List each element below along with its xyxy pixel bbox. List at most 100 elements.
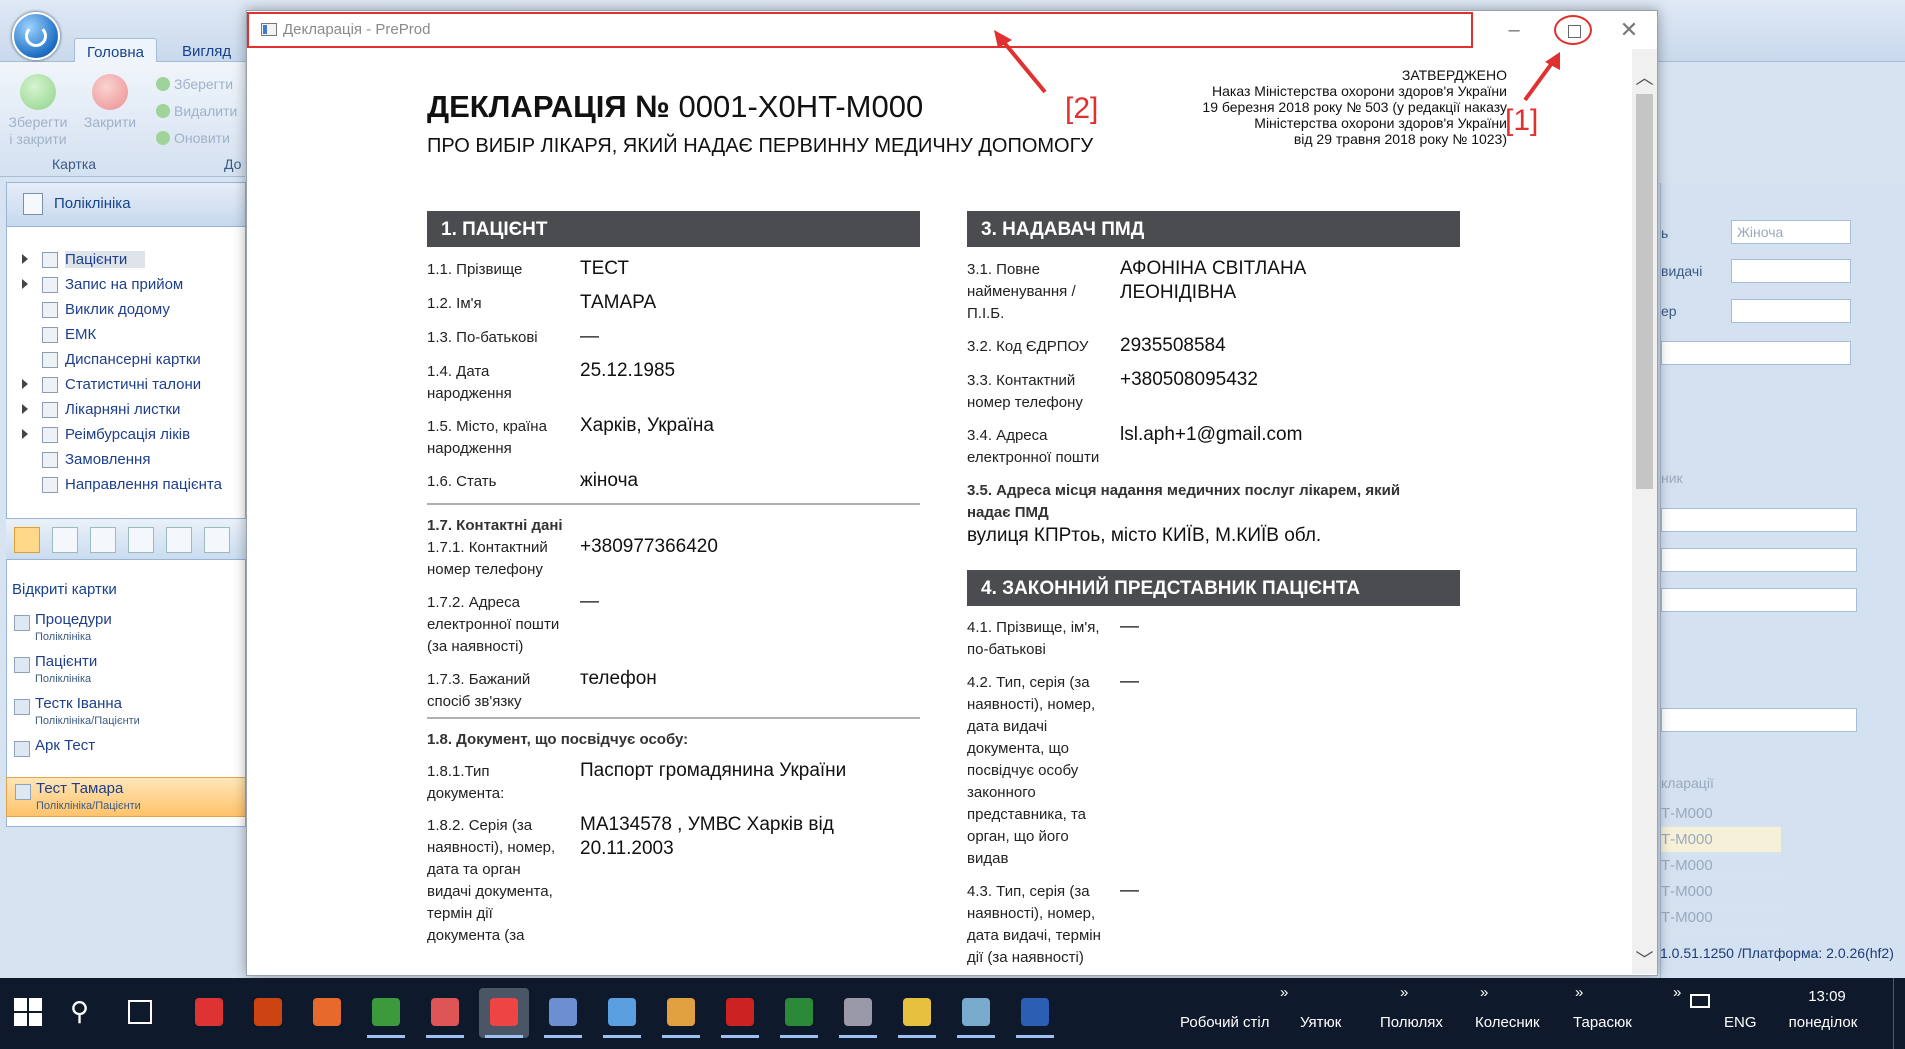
save-and-close-button[interactable]: Зберегти і закрити <box>8 72 68 148</box>
polyclinic-shortcut-icon[interactable] <box>14 527 40 553</box>
sidebar-item[interactable]: Запис на прийом <box>7 274 245 296</box>
dropdown-field[interactable] <box>1661 548 1857 572</box>
toolbar-chevron-icon[interactable]: » <box>1400 984 1408 1001</box>
text-field[interactable] <box>1661 588 1857 612</box>
open-card-item[interactable]: Тест Тамара Поліклініка/Пацієнти <box>6 777 246 817</box>
declaration-grid-row[interactable]: Т-M000 <box>1661 801 1781 827</box>
task-view-icon[interactable] <box>128 1000 152 1024</box>
tab-home[interactable]: Головна <box>74 38 157 63</box>
sidebar-item[interactable]: Замовлення <box>7 449 245 471</box>
sidebar-item[interactable]: Статистичні талони <box>7 374 245 396</box>
application-menu-button[interactable] <box>12 12 60 60</box>
sidebar-item[interactable]: Диспансерні картки <box>7 349 245 371</box>
scroll-down-icon[interactable]: ﹀ <box>1632 946 1657 970</box>
save-label: Зберегти <box>174 76 234 92</box>
expand-arrow-icon[interactable] <box>22 404 28 414</box>
close-button[interactable]: Закрити <box>80 72 140 131</box>
dropdown-field[interactable] <box>1661 508 1857 532</box>
sidebar-item[interactable]: Виклик додому <box>7 299 245 321</box>
taskbar-toolbar[interactable]: Тарасюк <box>1573 1014 1632 1031</box>
sidebar-item-label: Запис на прийом <box>65 276 184 293</box>
text-field[interactable] <box>1661 708 1857 732</box>
table-shortcut-icon[interactable] <box>166 527 192 553</box>
form-label: ер <box>1661 303 1677 319</box>
open-cards-title: Відкриті картки <box>12 581 117 598</box>
calendar-shortcut-icon[interactable] <box>128 527 154 553</box>
taskbar-app[interactable] <box>892 988 942 1038</box>
provider-email-label: 3.4. Адреса електронної пошти <box>967 425 1099 469</box>
document-title-label: ДЕКЛАРАЦІЯ № <box>427 89 670 124</box>
sidebar-item[interactable]: Пацієнти <box>7 249 245 271</box>
module-icon <box>42 427 58 443</box>
open-card-item[interactable]: Процедури Поліклініка <box>6 609 246 649</box>
taskbar-toolbar[interactable]: Полюлях <box>1380 1014 1443 1031</box>
taskbar-app[interactable] <box>656 988 706 1038</box>
label-line: наявності), номер, <box>967 905 1096 922</box>
sidebar-item[interactable]: ЕМК <box>7 324 245 346</box>
sidebar-header[interactable]: Поліклініка <box>7 183 245 227</box>
delete-button[interactable]: Видалити <box>156 103 237 119</box>
taskbar-app[interactable] <box>302 988 352 1038</box>
window-titlebar[interactable]: Декларація - PreProd – ✕ <box>247 11 1657 49</box>
sidebar-item[interactable]: Реімбурсація ліків <box>7 424 245 446</box>
clock-time[interactable]: 13:09 <box>1782 988 1872 1005</box>
sidebar-item[interactable]: Лікарняні листки <box>7 399 245 421</box>
taskbar-toolbar[interactable]: Колесник <box>1475 1014 1540 1031</box>
surname-label: 1.1. Прізвище <box>427 261 523 278</box>
taskbar-app[interactable] <box>715 988 765 1038</box>
tab-view[interactable]: Вигляд <box>170 38 243 63</box>
issue-date-field[interactable] <box>1731 259 1851 283</box>
declaration-grid-row[interactable]: Т-M000 <box>1661 827 1781 853</box>
scroll-thumb[interactable] <box>1636 94 1653 489</box>
sidebar-item[interactable]: Направлення пацієнта <box>7 474 245 496</box>
toolbar-chevron-icon[interactable]: » <box>1280 984 1288 1001</box>
expand-arrow-icon[interactable] <box>22 254 28 264</box>
notification-icon[interactable] <box>1690 994 1710 1008</box>
taskbar-app[interactable] <box>243 988 293 1038</box>
label-line: дії (за наявності) <box>967 949 1084 966</box>
module-icon <box>42 452 58 468</box>
toolbar-chevron-icon[interactable]: » <box>1673 984 1681 1001</box>
declaration-grid-row[interactable]: Т-M000 <box>1661 853 1781 879</box>
taskbar-app[interactable] <box>420 988 470 1038</box>
taskbar-app[interactable] <box>833 988 883 1038</box>
show-desktop-button[interactable] <box>1893 978 1905 1049</box>
expand-arrow-icon[interactable] <box>22 379 28 389</box>
close-window-button[interactable]: ✕ <box>1607 15 1651 45</box>
section-representative-header: 4. ЗАКОННИЙ ПРЕДСТАВНИК ПАЦІЄНТА <box>967 570 1460 606</box>
taskbar-toolbar[interactable]: Уятюк <box>1300 1014 1341 1031</box>
taskbar-app[interactable] <box>597 988 647 1038</box>
save-button[interactable]: Зберегти <box>156 76 233 92</box>
clock-day[interactable]: понеділок <box>1768 1014 1878 1031</box>
taskbar-app[interactable] <box>951 988 1001 1038</box>
number-field[interactable] <box>1731 299 1851 323</box>
shield-shortcut-icon[interactable] <box>204 527 230 553</box>
medical-shortcut-icon[interactable] <box>52 527 78 553</box>
refresh-button[interactable]: Оновити <box>156 130 230 146</box>
taskbar-app[interactable] <box>361 988 411 1038</box>
taskbar-app[interactable] <box>774 988 824 1038</box>
minimize-button[interactable]: – <box>1492 15 1536 45</box>
open-card-item[interactable]: Пацієнти Поліклініка <box>6 651 246 691</box>
taskbar-app[interactable] <box>538 988 588 1038</box>
text-field[interactable] <box>1661 341 1851 365</box>
taskbar-toolbar[interactable]: Робочий стіл <box>1180 1014 1270 1031</box>
expand-arrow-icon[interactable] <box>22 279 28 289</box>
declaration-grid-row[interactable]: Т-M000 <box>1661 879 1781 905</box>
taskbar-app[interactable] <box>479 988 529 1038</box>
toolbar-chevron-icon[interactable]: » <box>1480 984 1488 1001</box>
gender-select[interactable]: Жіноча <box>1731 220 1851 244</box>
scroll-up-icon[interactable]: ︿ <box>1632 64 1657 88</box>
taskbar-app[interactable] <box>184 988 234 1038</box>
search-icon[interactable]: ⚲ <box>70 996 102 1028</box>
taskbar-app[interactable] <box>1010 988 1060 1038</box>
document-shortcut-icon[interactable] <box>90 527 116 553</box>
declaration-grid-row[interactable]: Т-M000 <box>1661 905 1781 931</box>
toolbar-chevron-icon[interactable]: » <box>1575 984 1583 1001</box>
expand-arrow-icon[interactable] <box>22 429 28 439</box>
language-indicator[interactable]: ENG <box>1724 1014 1757 1031</box>
open-card-item[interactable]: Арк Тест <box>6 735 246 775</box>
open-card-item[interactable]: Тестк Іванна Поліклініка/Пацієнти <box>6 693 246 733</box>
start-button[interactable] <box>14 998 42 1026</box>
vertical-scrollbar[interactable]: ︿ ﹀ <box>1632 49 1657 974</box>
